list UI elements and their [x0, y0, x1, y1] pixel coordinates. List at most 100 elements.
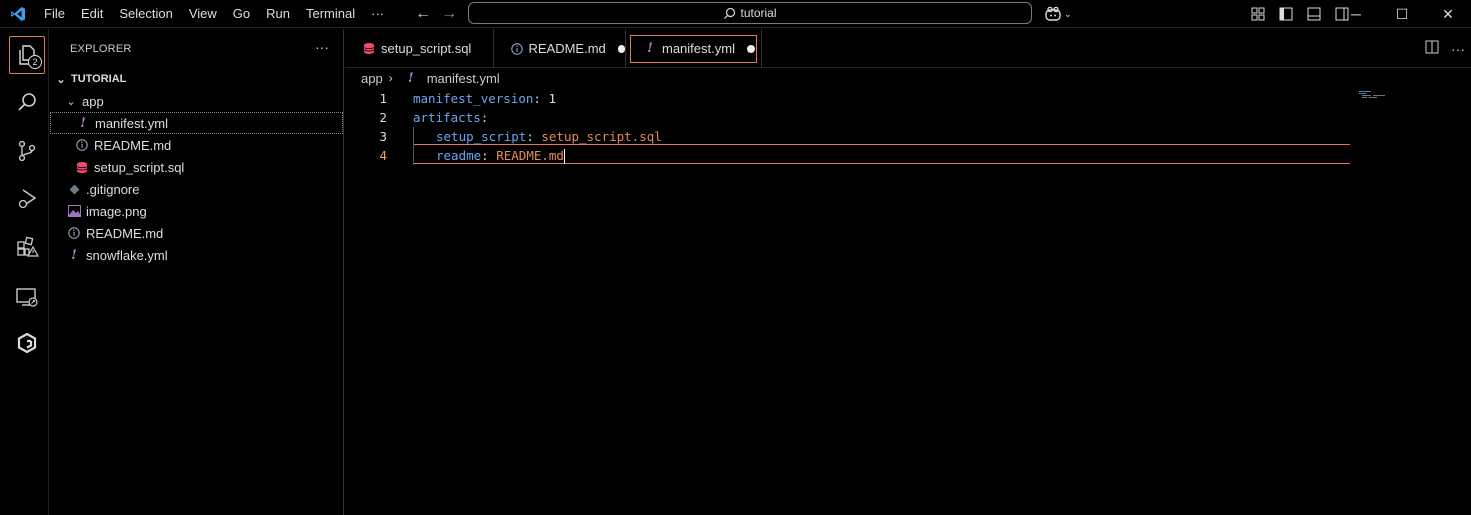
- remote-explorer-icon: [16, 288, 38, 307]
- tree-item-label: snowflake.yml: [86, 247, 168, 263]
- activity-extensions[interactable]: [5, 225, 49, 269]
- more-actions-icon[interactable]: ···: [1451, 41, 1465, 57]
- toggle-primary-sidebar-icon[interactable]: [1272, 7, 1300, 21]
- customize-layout-icon[interactable]: [1244, 7, 1272, 21]
- vscode-logo-icon: [0, 0, 36, 28]
- editor-tab-bar: setup_script.sql README.md ! manifest.ym…: [345, 29, 1471, 68]
- tree-file-readme[interactable]: README.md: [50, 134, 343, 156]
- tab-label: README.md: [528, 41, 606, 56]
- command-center-search[interactable]: tutorial: [468, 2, 1032, 24]
- info-icon: [74, 139, 90, 151]
- database-icon: [361, 42, 377, 55]
- back-arrow-icon[interactable]: ←: [410, 0, 436, 28]
- info-icon: [66, 227, 82, 239]
- toggle-panel-icon[interactable]: [1300, 7, 1328, 21]
- database-icon: [74, 161, 90, 174]
- tree-folder-app[interactable]: ⌄ app: [50, 90, 343, 112]
- tab-readme[interactable]: README.md: [494, 29, 626, 68]
- code-line: 3 setup_script: setup_script.sql: [345, 127, 1350, 146]
- line-number: 3: [379, 129, 387, 144]
- yaml-key: manifest_version: [413, 91, 534, 106]
- yaml-icon: !: [407, 70, 414, 86]
- active-tab-border: [630, 35, 757, 63]
- yaml-value: README.md: [496, 147, 564, 163]
- explorer-sidebar: EXPLORER ··· ⌄ TUTORIAL ⌄ app ! manifest…: [50, 29, 344, 515]
- code-editor[interactable]: 1 manifest_version: 1 2 artifacts: 3 set…: [345, 88, 1471, 515]
- tab-setup-script[interactable]: setup_script.sql: [345, 29, 494, 68]
- menu-go[interactable]: Go: [225, 0, 258, 28]
- activity-gitlens[interactable]: [5, 321, 49, 365]
- activity-run-debug[interactable]: [5, 177, 49, 221]
- minimap[interactable]: [1357, 90, 1397, 100]
- tree-file-readme-root[interactable]: README.md: [50, 222, 343, 244]
- menu-more[interactable]: ···: [363, 0, 392, 28]
- breadcrumb-folder[interactable]: app: [361, 71, 383, 86]
- breadcrumb: app › ! manifest.yml: [345, 68, 1471, 88]
- activity-remote-explorer[interactable]: [5, 275, 49, 319]
- minimize-button[interactable]: ─: [1333, 0, 1379, 28]
- copilot-menu[interactable]: ⌄: [1044, 4, 1078, 24]
- git-diamond-icon: [66, 184, 82, 195]
- yaml-value: setup_script.sql: [541, 129, 662, 144]
- tree-file-snowflake[interactable]: ! snowflake.yml: [50, 244, 343, 266]
- yaml-icon: !: [71, 247, 77, 263]
- unsaved-dot-icon[interactable]: [617, 44, 625, 53]
- activity-bar: 2: [5, 29, 49, 515]
- tree-root-tutorial[interactable]: ⌄ TUTORIAL: [50, 68, 343, 90]
- tree-item-label: manifest.yml: [95, 115, 168, 131]
- maximize-button[interactable]: ☐: [1379, 0, 1425, 28]
- line-number: 4: [379, 148, 387, 163]
- tree-item-label: image.png: [86, 203, 147, 219]
- tree-item-label: app: [82, 93, 104, 109]
- activity-search[interactable]: [5, 80, 49, 124]
- g-logo-icon: [17, 332, 37, 354]
- code-line: 4 readme: README.md: [345, 146, 1350, 165]
- tab-manifest[interactable]: ! manifest.yml: [626, 29, 762, 68]
- line-number: 1: [379, 91, 387, 106]
- menu-file[interactable]: File: [36, 0, 73, 28]
- extensions-warning-icon: [17, 236, 39, 257]
- tree-item-label: README.md: [86, 225, 164, 241]
- yaml-sep: :: [481, 147, 497, 163]
- text-cursor: [563, 148, 565, 164]
- yaml-sep: :: [533, 91, 549, 106]
- yaml-icon: !: [80, 115, 86, 131]
- explorer-badge: 2: [28, 55, 42, 69]
- menu-run[interactable]: Run: [258, 0, 298, 28]
- yaml-value: 1: [548, 91, 557, 106]
- line-number: 2: [379, 110, 387, 125]
- tree-file-setup-script[interactable]: setup_script.sql: [50, 156, 343, 178]
- tree-item-label: setup_script.sql: [94, 159, 185, 175]
- tab-label: setup_script.sql: [381, 41, 472, 56]
- info-icon: [510, 42, 524, 55]
- code-line: 1 manifest_version: 1: [345, 89, 1350, 108]
- search-icon: [18, 93, 36, 111]
- indent-guide: [413, 127, 414, 146]
- close-button[interactable]: ✕: [1425, 0, 1471, 28]
- explorer-title: EXPLORER: [70, 42, 132, 55]
- indent-guide: [413, 146, 414, 165]
- menu-edit[interactable]: Edit: [73, 0, 111, 28]
- menu-view[interactable]: View: [181, 0, 225, 28]
- forward-arrow-icon[interactable]: →: [436, 0, 462, 28]
- command-center-label: tutorial: [740, 6, 777, 20]
- activity-explorer[interactable]: 2: [9, 36, 45, 74]
- breadcrumb-file[interactable]: manifest.yml: [427, 71, 500, 86]
- yaml-sep: :: [480, 110, 489, 125]
- code-line: 2 artifacts:: [345, 108, 1350, 127]
- tree-file-image[interactable]: image.png: [50, 200, 343, 222]
- tree-file-gitignore[interactable]: .gitignore: [50, 178, 343, 200]
- explorer-more-actions[interactable]: ···: [315, 39, 329, 55]
- yaml-key: readme: [436, 147, 482, 163]
- tree-item-label: .gitignore: [86, 181, 140, 197]
- tree-root-label: TUTORIAL: [71, 73, 127, 85]
- activity-source-control[interactable]: [5, 129, 49, 173]
- yaml-key: setup_script: [436, 129, 527, 144]
- split-editor-icon[interactable]: [1425, 40, 1439, 57]
- menu-selection[interactable]: Selection: [111, 0, 180, 28]
- title-bar: File Edit Selection View Go Run Terminal…: [0, 0, 1471, 28]
- tree-file-manifest[interactable]: ! manifest.yml: [50, 112, 343, 134]
- tree-item-label: README.md: [94, 137, 172, 153]
- menu-terminal[interactable]: Terminal: [298, 0, 363, 28]
- chevron-down-icon: ⌄: [1064, 8, 1072, 19]
